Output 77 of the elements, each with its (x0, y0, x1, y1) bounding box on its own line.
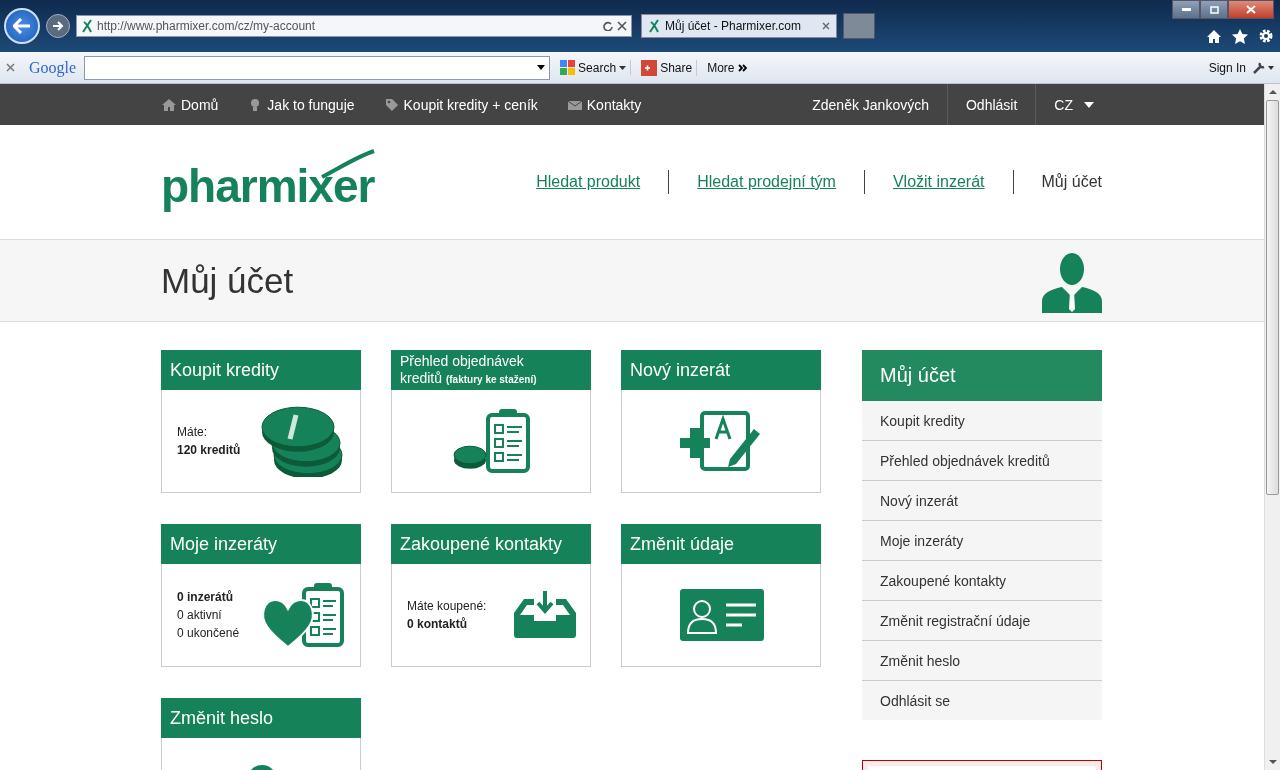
nav-link[interactable]: Hledat prodejní tým (668, 170, 864, 194)
refresh-icon[interactable] (603, 21, 613, 31)
close-icon[interactable] (822, 22, 830, 30)
site-icon (648, 19, 660, 33)
chevrons-icon (737, 63, 748, 72)
card-title[interactable]: Nový inzerát (621, 350, 821, 390)
close-icon[interactable] (617, 21, 627, 31)
nav-link[interactable]: Jak to funguje (248, 84, 355, 125)
close-icon (1246, 5, 1256, 14)
coins-icon (258, 405, 346, 477)
sidebar-item[interactable]: Přehled objednávek kreditů (862, 440, 1102, 480)
sidebar-item[interactable]: Koupit kredity (862, 401, 1102, 440)
card-title[interactable]: Změnit údaje (621, 524, 821, 564)
card-title[interactable]: Změnit heslo (161, 698, 361, 738)
settings-icon[interactable] (1258, 28, 1274, 44)
card-title[interactable]: Přehled objednávek kreditů (faktury ke stažení) (391, 350, 591, 390)
restore-icon (1209, 5, 1219, 14)
logout-link[interactable]: Odhlásit (947, 84, 1037, 125)
id-card-icon (679, 589, 764, 641)
user-name-link[interactable]: Zdeněk Jankových (794, 84, 948, 125)
card-text: 0 aktivní (177, 607, 223, 624)
search-field[interactable] (84, 55, 551, 80)
inbox-tray-icon (514, 591, 576, 639)
language-dropdown[interactable]: CZ (1036, 84, 1102, 125)
sidebar-item[interactable]: Odhlásit se (862, 680, 1102, 720)
card-text: Máte koupené: (407, 598, 487, 615)
nav-link[interactable]: Vložit inzerát (863, 170, 1013, 194)
star-icon[interactable] (1232, 28, 1248, 44)
card-title[interactable]: Moje inzeráty (161, 524, 361, 564)
google-icon (560, 60, 576, 75)
home-icon (162, 97, 176, 112)
card-text: Máte: (177, 424, 208, 441)
share-icon (641, 59, 658, 76)
site-icon (81, 19, 93, 33)
minimize-icon (1181, 8, 1191, 11)
back-button[interactable] (4, 8, 40, 44)
close-button[interactable] (1228, 0, 1274, 19)
search-button[interactable]: Search (556, 60, 632, 75)
card-title[interactable]: Zakoupené kontakty (391, 524, 591, 564)
nav-link[interactable]: Hledat produkt (508, 170, 669, 194)
forward-arrow-icon (52, 21, 64, 31)
forward-button[interactable] (46, 14, 70, 38)
sidebar-item[interactable]: Nový inzerát (862, 480, 1102, 520)
caret-icon[interactable] (537, 65, 546, 70)
browser-tab[interactable]: Můj účet - Pharmixer.com (641, 14, 837, 38)
wrench-icon[interactable] (1252, 60, 1274, 75)
back-arrow-icon (13, 18, 31, 34)
share-button[interactable]: Share (637, 59, 698, 76)
sidebar-item[interactable]: Moje inzeráty (862, 520, 1102, 560)
scrollbar-thumb[interactable] (1266, 100, 1279, 495)
nav-link[interactable]: Domů (162, 84, 219, 125)
card-title[interactable]: Koupit kredity (161, 350, 361, 390)
page-title: Můj účet (161, 260, 295, 301)
nav-link[interactable]: Můj účet (1012, 170, 1102, 194)
close-icon[interactable] (6, 63, 15, 72)
scroll-down-icon[interactable] (1268, 758, 1277, 766)
google-logo: Google (29, 58, 77, 77)
minimize-button[interactable] (1172, 0, 1200, 19)
card-text: 120 kreditů (177, 442, 241, 459)
home-icon[interactable] (1206, 28, 1222, 44)
card-text: 0 kontaktů (407, 616, 468, 633)
sidebar-item[interactable]: Zakoupené kontakty (862, 560, 1102, 600)
card-text: 0 ukončené (177, 625, 240, 642)
sidebar-item[interactable]: Změnit heslo (862, 640, 1102, 680)
more-button[interactable]: More (703, 60, 752, 75)
sign-in-link[interactable]: Sign In (1208, 60, 1246, 75)
address-field[interactable]: http://www.pharmixer.com/cz/my-account (76, 15, 632, 37)
caret-icon (619, 65, 627, 70)
sidebar-item[interactable]: Změnit registrační údaje (862, 600, 1102, 640)
pharmixer-logo[interactable]: pharmixer (161, 149, 379, 215)
maximize-button[interactable] (1200, 0, 1228, 19)
nav-link[interactable]: Kontakty (567, 84, 642, 125)
sidebar-title: Můj účet (862, 350, 1102, 401)
card-text: 0 inzerátů (177, 589, 234, 606)
nav-link[interactable]: Koupit kredity + ceník (384, 84, 538, 125)
clipboard-coins-icon (451, 407, 532, 475)
tag-icon (384, 97, 399, 112)
